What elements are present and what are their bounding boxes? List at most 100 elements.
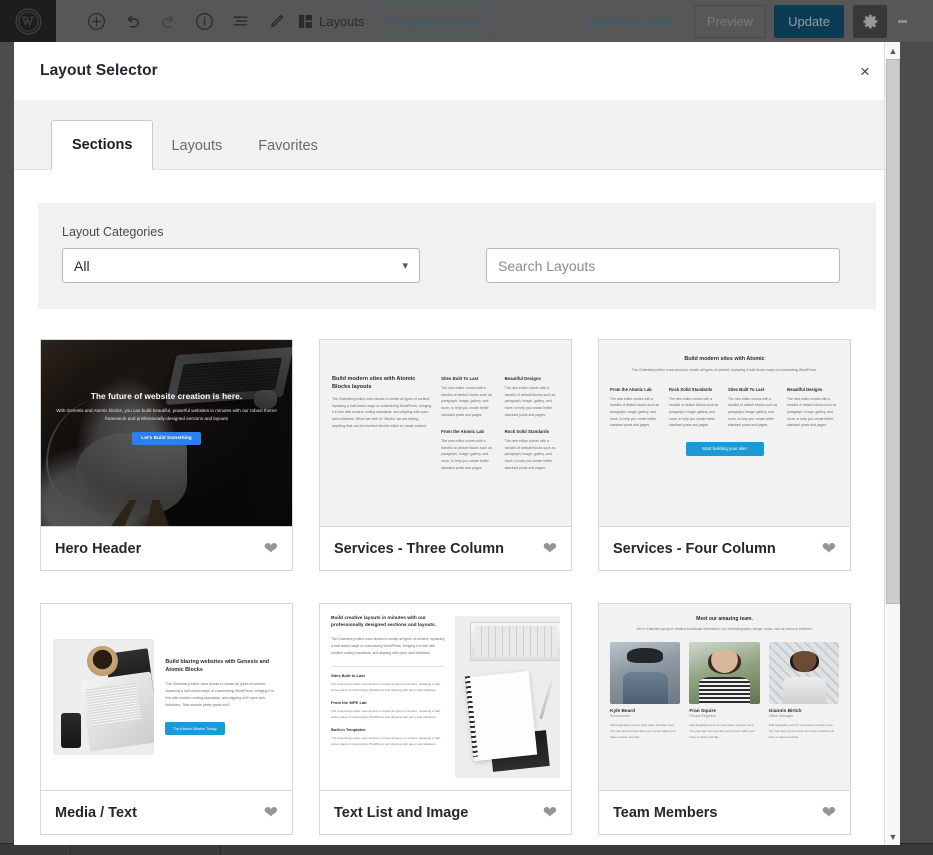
team-members-preview: Meet our amazing team. We're a talented …	[599, 604, 850, 790]
update-label: Update	[788, 13, 830, 29]
column-heading: Rock Solid Standards	[504, 429, 549, 435]
column-heading: From the Atomic Lab	[441, 429, 484, 435]
undo-icon[interactable]	[114, 0, 150, 42]
layout-card-title: Team Members	[613, 804, 718, 821]
layout-preview-thumbnail[interactable]: The future of website creation is here. …	[41, 340, 292, 526]
preview-button[interactable]: Preview	[693, 4, 767, 38]
scrollbar-thumb[interactable]	[886, 59, 900, 604]
layouts-icon	[298, 14, 313, 28]
scroll-down-arrow-icon[interactable]: ▼	[885, 828, 900, 845]
layout-categories-label: Layout Categories	[62, 225, 164, 239]
layout-card-title: Media / Text	[55, 804, 137, 821]
avatar	[768, 642, 839, 705]
column-heading: Beautiful Designs	[787, 386, 823, 392]
kebab-dot	[903, 19, 907, 23]
column-body: The new editor comes with a handful of d…	[504, 439, 556, 470]
template-library-label: Template Library	[385, 13, 482, 29]
section-heading: Meet our amazing team.	[696, 616, 753, 622]
layout-card-footer: Services - Four Column ❤	[599, 526, 850, 570]
layout-card-title: Text List and Image	[334, 804, 469, 821]
preview-label: Preview	[706, 13, 754, 29]
column-body: The new editor comes with a handful of d…	[504, 386, 556, 417]
modal-tabs: Sections Layouts Favorites	[14, 100, 900, 170]
gear-icon[interactable]	[853, 4, 887, 38]
layout-categories-select[interactable]: All ▾	[62, 248, 420, 283]
team-member-bio: Add biography text for your team member …	[768, 723, 835, 740]
team-member-bio: Add biography text for your team member …	[610, 723, 676, 740]
layout-card-footer: Team Members ❤	[599, 790, 850, 834]
modal-header: Layout Selector ×	[14, 42, 900, 100]
section-paragraph: The Gutenberg editor uses blocks to crea…	[165, 681, 274, 707]
layout-categories-value: All	[74, 257, 90, 274]
hero-cta-button: Let's Build Something	[132, 432, 201, 446]
section-heading: Build creative layouts in minutes with o…	[331, 616, 437, 628]
layout-preview-thumbnail[interactable]: Build modern sites with Atomic Blocks la…	[320, 340, 571, 526]
layout-preview-thumbnail[interactable]: Build blazing websites with Genesis and …	[41, 604, 292, 790]
heart-icon[interactable]: ❤	[264, 804, 278, 821]
column-heading: Rock Solid Standards	[669, 386, 713, 392]
tab-sections[interactable]: Sections	[51, 120, 154, 170]
avatar	[689, 642, 760, 705]
list-item: From the WPE Lab The Gutenberg editor us…	[331, 700, 445, 720]
layout-card-footer: Hero Header ❤	[41, 526, 292, 570]
layouts-label: Layouts	[319, 13, 365, 29]
layout-card-grid: The future of website creation is here. …	[14, 309, 900, 835]
scroll-up-arrow-icon[interactable]: ▲	[885, 42, 900, 59]
layout-card-footer: Text List and Image ❤	[320, 790, 571, 834]
team-member-role: Office Manager	[768, 714, 794, 719]
page-title: Layout Selector	[40, 62, 158, 79]
more-options-icon[interactable]	[887, 0, 917, 42]
edit-pencil-icon[interactable]	[258, 0, 294, 42]
list-item-body: The Gutenberg editor uses blocks to crea…	[331, 708, 441, 719]
layout-card[interactable]: Build modern sites with Atomic Blocks la…	[319, 339, 572, 571]
chevron-down-icon: ▾	[402, 260, 408, 272]
heart-icon[interactable]: ❤	[822, 540, 836, 557]
list-view-icon[interactable]	[222, 0, 258, 42]
team-member: Giannis Birtch Office Manager Add biogra…	[768, 642, 839, 740]
add-block-icon[interactable]	[78, 0, 114, 42]
wordpress-logo-button[interactable]	[0, 0, 56, 42]
pen-graphic	[539, 671, 557, 720]
list-item-body: The Gutenberg editor uses blocks to crea…	[331, 736, 441, 747]
editor-toolbar: Layouts Template Library Switch to draft…	[0, 0, 933, 42]
heart-icon[interactable]: ❤	[264, 540, 278, 557]
team-member-role: People Engineer	[689, 714, 716, 719]
layout-card[interactable]: Build creative layouts in minutes with o…	[319, 603, 572, 835]
tab-layouts[interactable]: Layouts	[153, 123, 240, 169]
layout-preview-thumbnail[interactable]: Build creative layouts in minutes with o…	[320, 604, 571, 790]
close-icon[interactable]: ×	[854, 60, 876, 82]
layout-card[interactable]: Build modern sites with Atomic The Guten…	[598, 339, 851, 571]
tab-favorites[interactable]: Favorites	[240, 123, 336, 169]
undo-icon-glyph	[127, 15, 139, 27]
switch-to-draft-button[interactable]: Switch to draft	[577, 14, 679, 29]
section-subheading: We're a talented group of creative indiv…	[636, 627, 813, 631]
heart-icon[interactable]: ❤	[822, 804, 836, 821]
layout-preview-thumbnail[interactable]: Build modern sites with Atomic The Guten…	[599, 340, 850, 526]
heart-icon[interactable]: ❤	[543, 540, 557, 557]
layout-card[interactable]: Build blazing websites with Genesis and …	[40, 603, 293, 835]
layout-card[interactable]: The future of website creation is here. …	[40, 339, 293, 571]
hero-copy: The future of website creation is here. …	[56, 392, 277, 446]
search-input[interactable]	[486, 248, 840, 283]
hero-paragraph: With Genesis and Atomic blocks, you can …	[56, 408, 277, 422]
section-cta-label: Start building your site!	[702, 446, 747, 452]
template-library-button[interactable]: Template Library	[372, 4, 495, 38]
list-item-body: The Gutenberg editor uses blocks to crea…	[331, 681, 441, 692]
phone-graphic	[61, 713, 82, 748]
coffee-cup-graphic	[87, 646, 118, 677]
edit-pencil-icon-glyph	[270, 14, 283, 27]
list-item-heading: Built-in Templates	[331, 727, 366, 733]
section-heading: Build modern sites with Atomic	[684, 356, 765, 362]
list-item-heading: Sites Built to Last	[331, 672, 365, 678]
modal-scrollbar[interactable]: ▲ ▼	[884, 42, 900, 845]
list-divider	[331, 665, 445, 673]
team-member-bio: Add biography text for your team member …	[689, 723, 755, 740]
update-button[interactable]: Update	[774, 4, 844, 38]
layout-preview-thumbnail[interactable]: Meet our amazing team. We're a talented …	[599, 604, 850, 790]
list-item: Built-in Templates The Gutenberg editor …	[331, 727, 445, 747]
layout-card[interactable]: Meet our amazing team. We're a talented …	[598, 603, 851, 835]
info-icon[interactable]	[186, 0, 222, 42]
layout-card-title: Services - Four Column	[613, 540, 776, 557]
heart-icon[interactable]: ❤	[543, 804, 557, 821]
layouts-button[interactable]: Layouts	[294, 0, 373, 42]
